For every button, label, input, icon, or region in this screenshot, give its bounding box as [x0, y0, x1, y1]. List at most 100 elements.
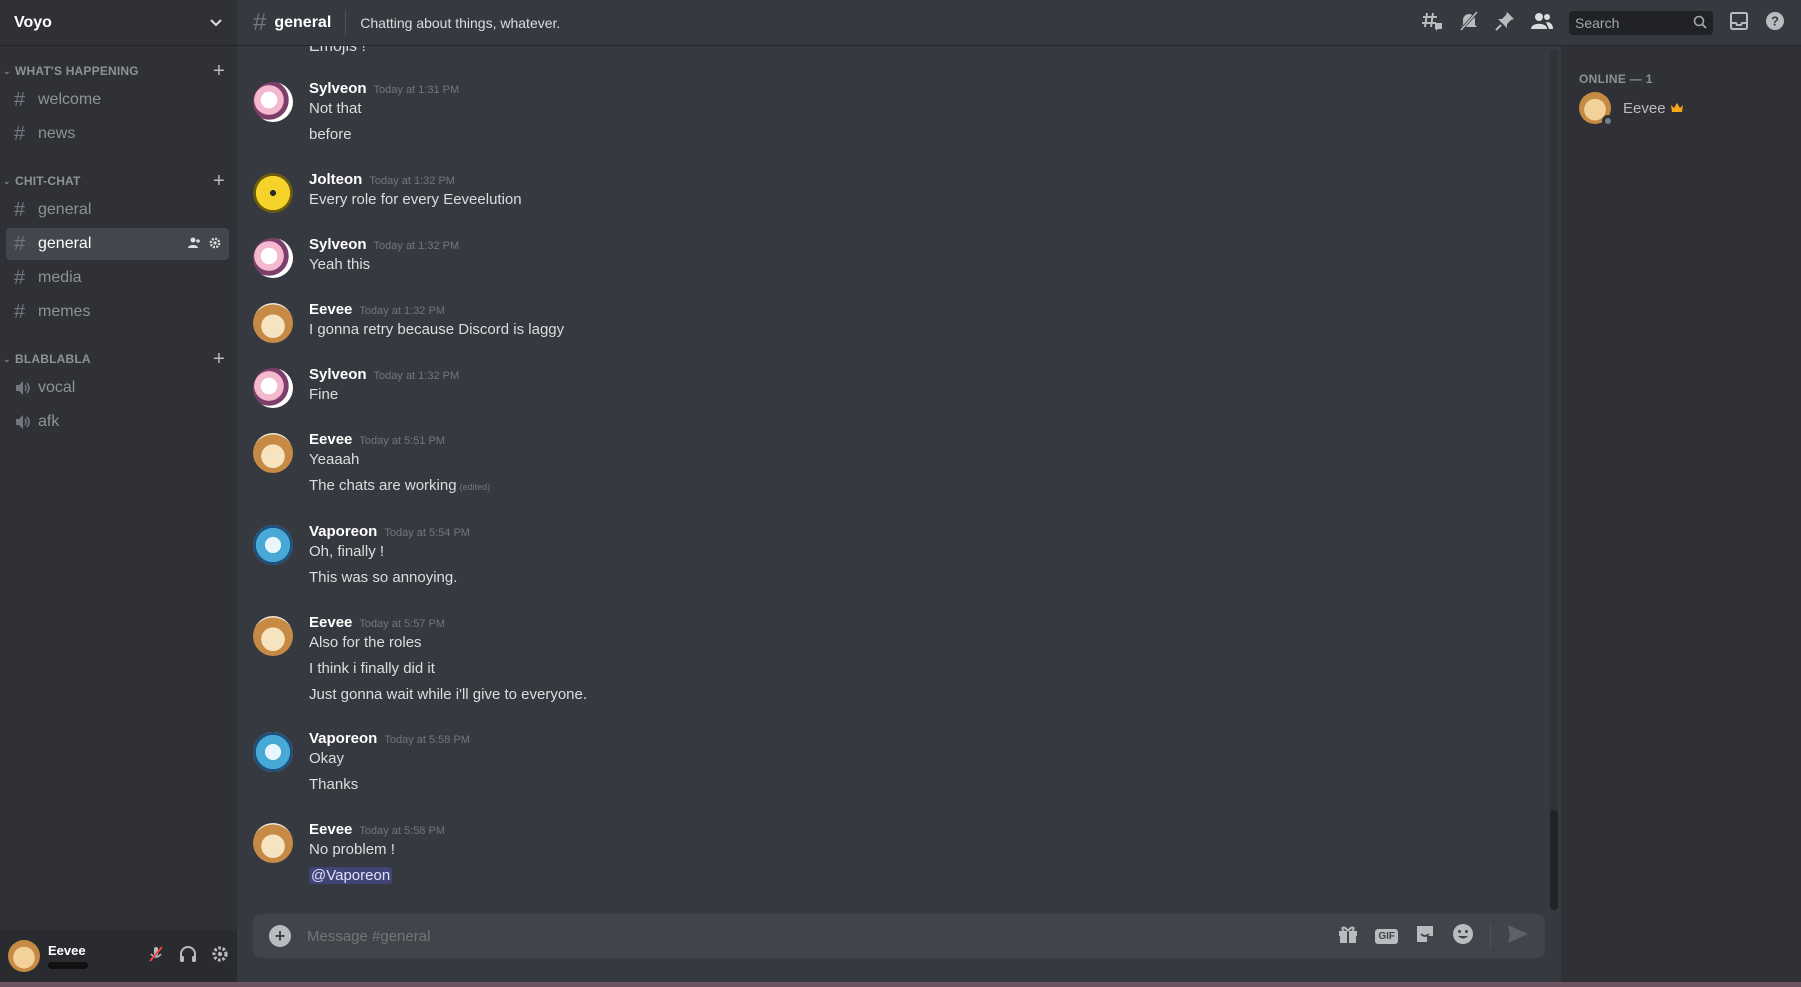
message-text: This was so annoying.: [309, 569, 458, 586]
message-author[interactable]: Vaporeon: [309, 523, 377, 540]
channel-label: vocal: [38, 379, 76, 396]
channel-sidebar: Voyo ⌄ WHAT'S HAPPENING + # welcome # new…: [0, 0, 237, 982]
message-line-partial: Emojis !: [309, 46, 366, 55]
message-author[interactable]: Eevee: [309, 614, 352, 631]
message-list: Emojis ! Sylveon Today at 1:31 PM Not tha…: [237, 46, 1561, 906]
bell-muted-icon[interactable]: [1459, 10, 1479, 36]
avatar[interactable]: [253, 433, 293, 473]
threads-icon[interactable]: [1421, 11, 1443, 36]
channel-general[interactable]: # general: [6, 194, 229, 226]
channel-general-active[interactable]: # general: [6, 228, 229, 260]
hash-icon: #: [14, 122, 26, 145]
message-author[interactable]: Sylveon: [309, 80, 367, 97]
avatar: [1579, 92, 1614, 127]
avatar[interactable]: [253, 616, 293, 656]
message-line-mention: @Vaporeon: [309, 867, 393, 884]
message-text: I gonna retry because Discord is laggy: [309, 321, 565, 338]
message-text: I think i finally did it: [309, 660, 435, 677]
category-blablabla[interactable]: ⌄ BLABLABLA +: [0, 348, 237, 370]
gear-icon[interactable]: [209, 237, 221, 252]
avatar[interactable]: [8, 940, 40, 972]
avatar[interactable]: [253, 303, 293, 343]
server-header[interactable]: Voyo: [0, 0, 237, 46]
user-tag-redacted: [48, 962, 88, 969]
message-timestamp: Today at 5:54 PM: [384, 527, 470, 539]
members-icon[interactable]: [1531, 12, 1553, 35]
message-text: Thanks: [309, 776, 359, 793]
member-item[interactable]: Eevee: [1579, 92, 1684, 127]
pin-icon[interactable]: [1495, 11, 1515, 36]
message-author[interactable]: Eevee: [309, 821, 352, 838]
message-composer: + GIF: [253, 914, 1545, 958]
channel-label: general: [38, 235, 92, 252]
avatar[interactable]: [253, 238, 293, 278]
avatar[interactable]: [253, 82, 293, 122]
user-mention[interactable]: @Vaporeon: [309, 867, 393, 884]
message-author[interactable]: Sylveon: [309, 236, 367, 253]
invite-icon[interactable]: [188, 237, 201, 252]
inbox-icon[interactable]: [1729, 11, 1749, 36]
voice-channel-vocal[interactable]: vocal: [6, 372, 229, 404]
avatar[interactable]: [253, 732, 293, 772]
status-indicator: [1602, 115, 1614, 127]
voice-channel-afk[interactable]: afk: [6, 406, 229, 438]
emoji-icon[interactable]: [1452, 923, 1474, 950]
chevron-down-icon[interactable]: [209, 15, 223, 31]
avatar[interactable]: [253, 525, 293, 565]
channel-memes[interactable]: # memes: [6, 296, 229, 328]
message-author[interactable]: Eevee: [309, 431, 352, 448]
upload-plus-icon[interactable]: +: [269, 925, 291, 947]
message-input[interactable]: [307, 927, 1338, 945]
message-text: Every role for every Eeveelution: [309, 191, 522, 208]
speaker-icon: [14, 414, 38, 430]
channel-welcome[interactable]: # welcome: [6, 84, 229, 116]
help-icon[interactable]: ?: [1765, 11, 1785, 36]
category-chit-chat[interactable]: ⌄ CHIT-CHAT +: [0, 170, 237, 192]
server-name: Voyo: [14, 13, 52, 31]
hash-icon: #: [14, 88, 26, 111]
send-icon[interactable]: [1507, 924, 1529, 949]
gif-button[interactable]: GIF: [1375, 928, 1398, 944]
hash-icon: #: [14, 266, 26, 289]
message-timestamp: Today at 5:51 PM: [359, 435, 445, 447]
category-whats-happening[interactable]: ⌄ WHAT'S HAPPENING +: [0, 60, 237, 82]
channel-list: ⌄ WHAT'S HAPPENING + # welcome # news ⌄ CH…: [0, 46, 237, 438]
add-channel-icon[interactable]: +: [213, 171, 225, 191]
message-text: Yeaaah: [309, 451, 360, 468]
username: Eevee: [48, 943, 86, 958]
scrollbar[interactable]: [1550, 50, 1558, 910]
category-label: CHIT-CHAT: [15, 174, 81, 188]
gear-icon[interactable]: [211, 945, 229, 968]
message-timestamp: Today at 1:31 PM: [373, 84, 460, 96]
channel-news[interactable]: # news: [6, 118, 229, 150]
message-text: The chats are working: [309, 477, 457, 494]
avatar[interactable]: [253, 823, 293, 863]
channel-title: general: [274, 13, 332, 31]
gift-icon[interactable]: [1337, 923, 1359, 950]
chevron-down-icon: ⌄: [3, 175, 11, 186]
avatar[interactable]: [253, 173, 293, 213]
channel-label: welcome: [38, 91, 102, 108]
channel-media[interactable]: # media: [6, 262, 229, 294]
category-label: WHAT'S HAPPENING: [15, 64, 139, 78]
message-text: before: [309, 126, 352, 143]
category-label: BLABLABLA: [15, 352, 91, 366]
message-author[interactable]: Vaporeon: [309, 730, 377, 747]
message-author[interactable]: Sylveon: [309, 366, 367, 383]
message-text: Also for the roles: [309, 634, 422, 651]
message-text: Yeah this: [309, 256, 371, 273]
avatar[interactable]: [253, 368, 293, 408]
mic-muted-icon[interactable]: [147, 945, 165, 968]
scrollbar-thumb[interactable]: [1550, 810, 1558, 910]
search-input[interactable]: Search: [1569, 11, 1713, 35]
message-timestamp: Today at 1:32 PM: [373, 240, 460, 252]
add-channel-icon[interactable]: +: [213, 349, 225, 369]
message-author[interactable]: Jolteon: [309, 171, 362, 188]
headphones-icon[interactable]: [179, 945, 197, 968]
channel-header: # general Chatting about things, whateve…: [237, 0, 1801, 46]
sticker-icon[interactable]: [1414, 923, 1436, 950]
add-channel-icon[interactable]: +: [213, 61, 225, 81]
message-group: Eevee Today at 5:51 PM Yeaaah The chats a…: [237, 431, 1537, 506]
message-author[interactable]: Eevee: [309, 301, 352, 318]
chat-area: # general Chatting about things, whateve…: [237, 0, 1801, 982]
